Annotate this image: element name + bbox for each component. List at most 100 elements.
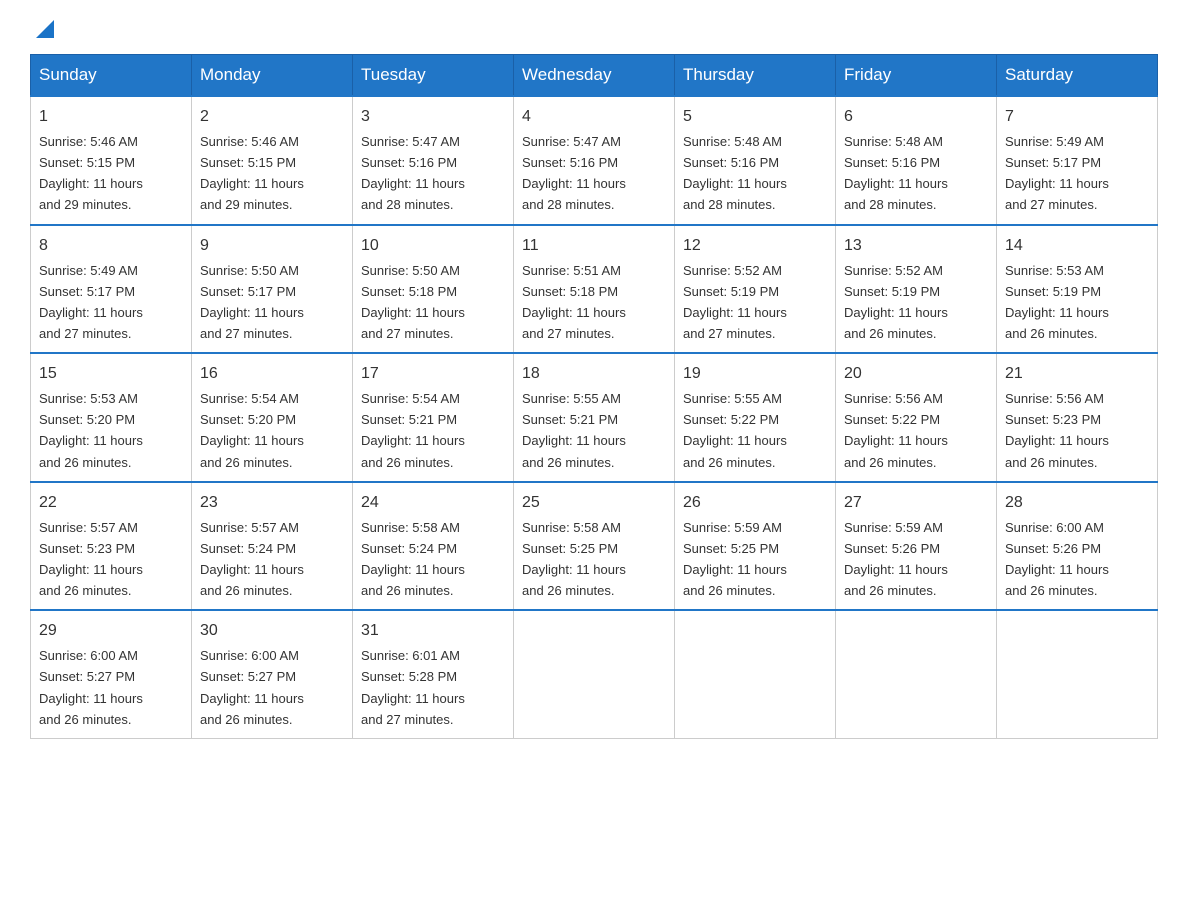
calendar-cell: 23 Sunrise: 5:57 AMSunset: 5:24 PMDayligh… — [192, 482, 353, 611]
day-number: 9 — [200, 234, 344, 258]
week-row-3: 15Sunrise: 5:53 AMSunset: 5:20 PMDayligh… — [31, 353, 1158, 482]
day-number: 2 — [200, 105, 344, 129]
day-number: 24 — [361, 491, 505, 515]
calendar-cell: 12 Sunrise: 5:52 AMSunset: 5:19 PMDayligh… — [675, 225, 836, 354]
day-info: Sunrise: 5:47 AMSunset: 5:16 PMDaylight:… — [522, 134, 626, 212]
calendar-cell: 6 Sunrise: 5:48 AMSunset: 5:16 PMDaylight… — [836, 96, 997, 225]
page-header — [30, 20, 1158, 34]
calendar-cell: 9 Sunrise: 5:50 AMSunset: 5:17 PMDaylight… — [192, 225, 353, 354]
day-number: 6 — [844, 105, 988, 129]
calendar-cell: 3 Sunrise: 5:47 AMSunset: 5:16 PMDaylight… — [353, 96, 514, 225]
day-info: Sunrise: 5:53 AMSunset: 5:19 PMDaylight:… — [1005, 263, 1109, 341]
day-info: Sunrise: 5:57 AMSunset: 5:24 PMDaylight:… — [200, 520, 304, 598]
day-number: 14 — [1005, 234, 1149, 258]
weekday-header-wednesday: Wednesday — [514, 55, 675, 97]
day-number: 15 — [39, 362, 183, 386]
day-info: Sunrise: 6:00 AMSunset: 5:27 PMDaylight:… — [200, 648, 304, 726]
day-info: Sunrise: 5:54 AMSunset: 5:20 PMDaylight:… — [200, 391, 304, 469]
day-number: 23 — [200, 491, 344, 515]
calendar-cell: 27Sunrise: 5:59 AMSunset: 5:26 PMDayligh… — [836, 482, 997, 611]
calendar-cell: 30 Sunrise: 6:00 AMSunset: 5:27 PMDayligh… — [192, 610, 353, 738]
day-info: Sunrise: 5:47 AMSunset: 5:16 PMDaylight:… — [361, 134, 465, 212]
calendar-cell: 10 Sunrise: 5:50 AMSunset: 5:18 PMDayligh… — [353, 225, 514, 354]
calendar-cell: 26 Sunrise: 5:59 AMSunset: 5:25 PMDayligh… — [675, 482, 836, 611]
day-number: 11 — [522, 234, 666, 258]
calendar-cell: 22 Sunrise: 5:57 AMSunset: 5:23 PMDayligh… — [31, 482, 192, 611]
calendar-cell — [836, 610, 997, 738]
day-info: Sunrise: 5:56 AMSunset: 5:22 PMDaylight:… — [844, 391, 948, 469]
day-info: Sunrise: 5:48 AMSunset: 5:16 PMDaylight:… — [844, 134, 948, 212]
day-number: 28 — [1005, 491, 1149, 515]
calendar-cell: 7 Sunrise: 5:49 AMSunset: 5:17 PMDaylight… — [997, 96, 1158, 225]
day-number: 16 — [200, 362, 344, 386]
day-number: 7 — [1005, 105, 1149, 129]
day-number: 27 — [844, 491, 988, 515]
day-number: 18 — [522, 362, 666, 386]
calendar-cell: 21Sunrise: 5:56 AMSunset: 5:23 PMDayligh… — [997, 353, 1158, 482]
calendar-cell — [997, 610, 1158, 738]
day-info: Sunrise: 5:46 AMSunset: 5:15 PMDaylight:… — [200, 134, 304, 212]
day-info: Sunrise: 6:00 AMSunset: 5:26 PMDaylight:… — [1005, 520, 1109, 598]
weekday-header-tuesday: Tuesday — [353, 55, 514, 97]
calendar-cell: 28 Sunrise: 6:00 AMSunset: 5:26 PMDayligh… — [997, 482, 1158, 611]
weekday-header-row: SundayMondayTuesdayWednesdayThursdayFrid… — [31, 55, 1158, 97]
calendar-cell: 16 Sunrise: 5:54 AMSunset: 5:20 PMDayligh… — [192, 353, 353, 482]
week-row-1: 1 Sunrise: 5:46 AMSunset: 5:15 PMDaylight… — [31, 96, 1158, 225]
calendar-cell: 5Sunrise: 5:48 AMSunset: 5:16 PMDaylight… — [675, 96, 836, 225]
calendar-cell: 2 Sunrise: 5:46 AMSunset: 5:15 PMDaylight… — [192, 96, 353, 225]
calendar-cell: 31Sunrise: 6:01 AMSunset: 5:28 PMDayligh… — [353, 610, 514, 738]
day-number: 12 — [683, 234, 827, 258]
day-info: Sunrise: 5:52 AMSunset: 5:19 PMDaylight:… — [844, 263, 948, 341]
calendar-cell: 15Sunrise: 5:53 AMSunset: 5:20 PMDayligh… — [31, 353, 192, 482]
day-number: 10 — [361, 234, 505, 258]
week-row-4: 22 Sunrise: 5:57 AMSunset: 5:23 PMDayligh… — [31, 482, 1158, 611]
weekday-header-friday: Friday — [836, 55, 997, 97]
day-number: 3 — [361, 105, 505, 129]
day-info: Sunrise: 5:58 AMSunset: 5:24 PMDaylight:… — [361, 520, 465, 598]
calendar-cell: 13 Sunrise: 5:52 AMSunset: 5:19 PMDayligh… — [836, 225, 997, 354]
day-number: 13 — [844, 234, 988, 258]
day-number: 19 — [683, 362, 827, 386]
day-number: 5 — [683, 105, 827, 129]
day-info: Sunrise: 5:51 AMSunset: 5:18 PMDaylight:… — [522, 263, 626, 341]
day-info: Sunrise: 5:57 AMSunset: 5:23 PMDaylight:… — [39, 520, 143, 598]
day-number: 30 — [200, 619, 344, 643]
weekday-header-thursday: Thursday — [675, 55, 836, 97]
calendar-cell: 25 Sunrise: 5:58 AMSunset: 5:25 PMDayligh… — [514, 482, 675, 611]
weekday-header-monday: Monday — [192, 55, 353, 97]
day-info: Sunrise: 5:58 AMSunset: 5:25 PMDaylight:… — [522, 520, 626, 598]
day-number: 21 — [1005, 362, 1149, 386]
calendar-cell: 20 Sunrise: 5:56 AMSunset: 5:22 PMDayligh… — [836, 353, 997, 482]
weekday-header-sunday: Sunday — [31, 55, 192, 97]
week-row-5: 29 Sunrise: 6:00 AMSunset: 5:27 PMDayligh… — [31, 610, 1158, 738]
day-info: Sunrise: 5:49 AMSunset: 5:17 PMDaylight:… — [39, 263, 143, 341]
day-number: 26 — [683, 491, 827, 515]
day-number: 4 — [522, 105, 666, 129]
day-number: 29 — [39, 619, 183, 643]
calendar-cell: 24 Sunrise: 5:58 AMSunset: 5:24 PMDayligh… — [353, 482, 514, 611]
calendar-cell: 29 Sunrise: 6:00 AMSunset: 5:27 PMDayligh… — [31, 610, 192, 738]
day-info: Sunrise: 5:49 AMSunset: 5:17 PMDaylight:… — [1005, 134, 1109, 212]
calendar-cell: 17Sunrise: 5:54 AMSunset: 5:21 PMDayligh… — [353, 353, 514, 482]
day-number: 17 — [361, 362, 505, 386]
week-row-2: 8 Sunrise: 5:49 AMSunset: 5:17 PMDaylight… — [31, 225, 1158, 354]
day-info: Sunrise: 5:50 AMSunset: 5:17 PMDaylight:… — [200, 263, 304, 341]
day-number: 8 — [39, 234, 183, 258]
day-info: Sunrise: 6:00 AMSunset: 5:27 PMDaylight:… — [39, 648, 143, 726]
day-info: Sunrise: 5:46 AMSunset: 5:15 PMDaylight:… — [39, 134, 143, 212]
calendar-cell: 19Sunrise: 5:55 AMSunset: 5:22 PMDayligh… — [675, 353, 836, 482]
calendar-table: SundayMondayTuesdayWednesdayThursdayFrid… — [30, 54, 1158, 739]
day-info: Sunrise: 5:52 AMSunset: 5:19 PMDaylight:… — [683, 263, 787, 341]
day-info: Sunrise: 5:50 AMSunset: 5:18 PMDaylight:… — [361, 263, 465, 341]
day-number: 25 — [522, 491, 666, 515]
day-number: 22 — [39, 491, 183, 515]
day-number: 31 — [361, 619, 505, 643]
calendar-cell: 4 Sunrise: 5:47 AMSunset: 5:16 PMDaylight… — [514, 96, 675, 225]
calendar-cell: 8 Sunrise: 5:49 AMSunset: 5:17 PMDaylight… — [31, 225, 192, 354]
day-number: 1 — [39, 105, 183, 129]
calendar-cell — [675, 610, 836, 738]
day-number: 20 — [844, 362, 988, 386]
logo — [30, 20, 54, 34]
day-info: Sunrise: 5:59 AMSunset: 5:25 PMDaylight:… — [683, 520, 787, 598]
calendar-cell: 14 Sunrise: 5:53 AMSunset: 5:19 PMDayligh… — [997, 225, 1158, 354]
